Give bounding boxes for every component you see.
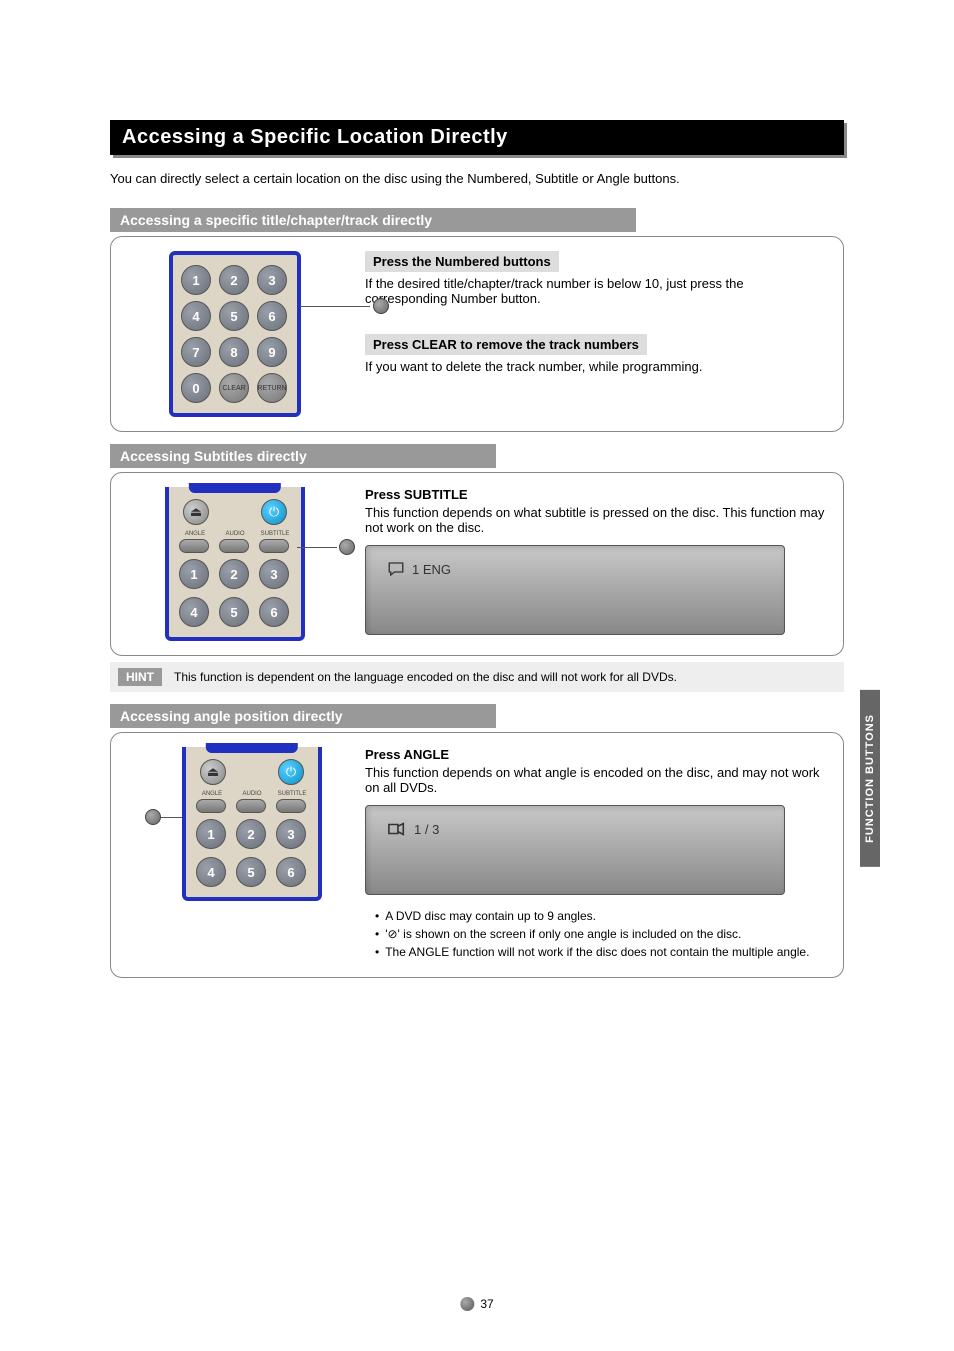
- subtitle-step-label: Press SUBTITLE: [365, 487, 829, 502]
- keypad-4b: 4: [179, 597, 209, 627]
- audio-pill2: [236, 799, 266, 813]
- remote-keypad: 1 2 3 4 5 6 7 8 9 0 CLEAR RETURN: [169, 251, 301, 417]
- subtitle-step-desc: This function depends on what subtitle i…: [365, 505, 829, 535]
- keypad-1c: 1: [196, 819, 226, 849]
- step2-label: Press CLEAR to remove the track numbers: [365, 334, 647, 355]
- page-number-dot-icon: [460, 1297, 474, 1311]
- keypad-return: RETURN: [257, 373, 287, 403]
- callout-dot-icon: [373, 298, 389, 314]
- label-audio2: AUDIO: [236, 791, 268, 797]
- keypad-1: 1: [181, 265, 211, 295]
- subtitle-osd-text: 1 ENG: [412, 562, 451, 577]
- subtitle-pill: [259, 539, 289, 553]
- keypad-2b: 2: [219, 559, 249, 589]
- power-icon: ⏻: [261, 499, 287, 525]
- section-header-numbered: Accessing a specific title/chapter/track…: [110, 208, 636, 232]
- keypad-3: 3: [257, 265, 287, 295]
- keypad-6: 6: [257, 301, 287, 331]
- label-angle: ANGLE: [179, 531, 211, 537]
- angle-icon: [386, 820, 408, 838]
- label-angle2: ANGLE: [196, 791, 228, 797]
- subtitle-icon: [386, 560, 406, 578]
- keypad-0: 0: [181, 373, 211, 403]
- keypad-7: 7: [181, 337, 211, 367]
- angle-osd: 1 / 3: [365, 805, 785, 895]
- eject-icon: ⏏: [183, 499, 209, 525]
- keypad-5: 5: [219, 301, 249, 331]
- audio-pill: [219, 539, 249, 553]
- hint-tag: HINT: [118, 668, 162, 686]
- label-subtitle2: SUBTITLE: [276, 791, 308, 797]
- subtitle-osd: 1 ENG: [365, 545, 785, 635]
- keypad-6c: 6: [276, 857, 306, 887]
- step2-desc: If you want to delete the track number, …: [365, 359, 829, 374]
- hint-bar-subtitle: HINT This function is dependent on the l…: [110, 662, 844, 692]
- section-header-angle: Accessing angle position directly: [110, 704, 496, 728]
- section-subtitle: ⏏ ⏻ ANGLE AUDIO SUBTITLE 1 2 3 4: [110, 472, 844, 656]
- keypad-6b: 6: [259, 597, 289, 627]
- callout-dot-icon: [339, 539, 355, 555]
- angle-note-2: '⊘' is shown on the screen if only one a…: [385, 927, 741, 941]
- keypad-3b: 3: [259, 559, 289, 589]
- angle-osd-text: 1 / 3: [414, 822, 439, 837]
- callout-dot-icon: [145, 809, 161, 825]
- keypad-4: 4: [181, 301, 211, 331]
- step1-label: Press the Numbered buttons: [365, 251, 559, 272]
- section-header-subtitle: Accessing Subtitles directly: [110, 444, 496, 468]
- keypad-5c: 5: [236, 857, 266, 887]
- keypad-clear: CLEAR: [219, 373, 249, 403]
- remote-top-angle: ⏏ ⏻ ANGLE AUDIO SUBTITLE 1 2 3 4: [182, 747, 322, 901]
- label-audio: AUDIO: [219, 531, 251, 537]
- keypad-1b: 1: [179, 559, 209, 589]
- angle-pill: [179, 539, 209, 553]
- section-angle: ⏏ ⏻ ANGLE AUDIO SUBTITLE 1 2 3 4: [110, 732, 844, 978]
- section-numbered: 1 2 3 4 5 6 7 8 9 0 CLEAR RETURN Press t…: [110, 236, 844, 432]
- step1-desc: If the desired title/chapter/track numbe…: [365, 276, 829, 306]
- page-title: Accessing a Specific Location Directly: [110, 120, 844, 155]
- keypad-3c: 3: [276, 819, 306, 849]
- angle-note-1: A DVD disc may contain up to 9 angles.: [385, 909, 596, 923]
- remote-top-subtitle: ⏏ ⏻ ANGLE AUDIO SUBTITLE 1 2 3 4: [165, 487, 305, 641]
- side-tab: FUNCTION BUTTONS: [860, 690, 880, 867]
- angle-note-3: The ANGLE function will not work if the …: [385, 945, 809, 959]
- power-icon: ⏻: [278, 759, 304, 785]
- angle-step-label: Press ANGLE: [365, 747, 829, 762]
- intro-text: You can directly select a certain locati…: [110, 171, 844, 186]
- eject-icon: ⏏: [200, 759, 226, 785]
- keypad-4c: 4: [196, 857, 226, 887]
- subtitle-pill2: [276, 799, 306, 813]
- keypad-2: 2: [219, 265, 249, 295]
- page-number: 37: [460, 1297, 493, 1311]
- keypad-2c: 2: [236, 819, 266, 849]
- hint-text: This function is dependent on the langua…: [174, 670, 677, 684]
- angle-step-desc: This function depends on what angle is e…: [365, 765, 829, 795]
- angle-notes: •A DVD disc may contain up to 9 angles. …: [365, 909, 829, 959]
- keypad-5b: 5: [219, 597, 249, 627]
- page-number-text: 37: [480, 1297, 493, 1311]
- keypad-9: 9: [257, 337, 287, 367]
- label-subtitle: SUBTITLE: [259, 531, 291, 537]
- keypad-8: 8: [219, 337, 249, 367]
- angle-pill2: [196, 799, 226, 813]
